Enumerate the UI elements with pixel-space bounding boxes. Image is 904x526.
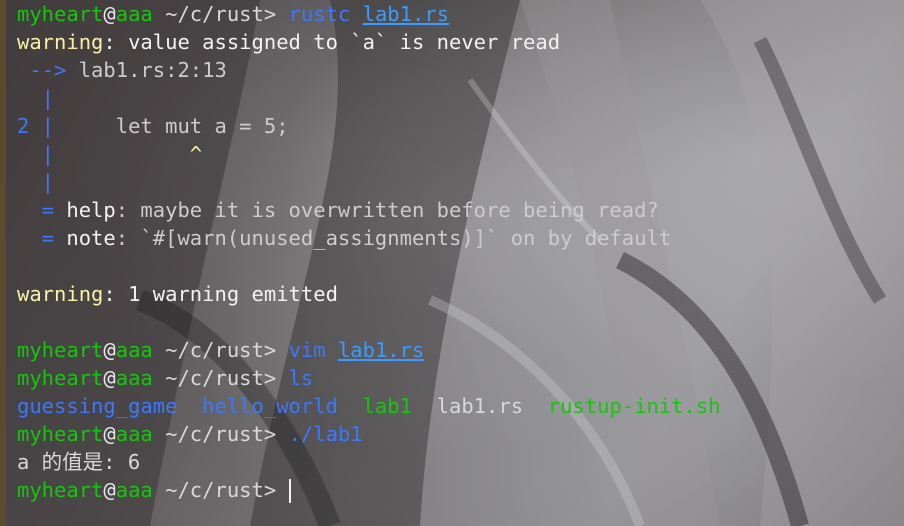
warning-message: : value assigned to `a` is never read	[103, 30, 561, 54]
summary-message: : 1 warning emitted	[103, 282, 338, 306]
terminal-window[interactable]: myheart@aaa ~/c/rust> rustc lab1.rs warn…	[0, 0, 904, 526]
summary-label: warning	[17, 282, 104, 306]
caret-gutter: |	[17, 142, 55, 166]
prompt-path: ~/c/rust	[152, 422, 264, 446]
prompt-symbol: >	[263, 2, 289, 26]
code-snippet: let mut a = 5;	[54, 114, 289, 138]
ls-item-exe: lab1	[362, 394, 412, 418]
command-arg-file[interactable]: lab1.rs	[363, 2, 449, 26]
prompt-symbol: >	[263, 338, 289, 362]
prompt-path: ~/c/rust	[152, 478, 264, 502]
gutter-bar: |	[17, 170, 55, 194]
prompt-line: myheart@aaa ~/c/rust> ls	[17, 364, 721, 392]
summary-line: warning: 1 warning emitted	[17, 280, 721, 308]
terminal-output: myheart@aaa ~/c/rust> rustc lab1.rs warn…	[17, 0, 721, 504]
command-vim: vim	[288, 338, 326, 362]
command-run-lab1: ./lab1	[288, 422, 363, 446]
command-ls: ls	[288, 366, 314, 390]
command-rustc: rustc	[288, 2, 351, 26]
caret-line: | ^	[17, 140, 721, 168]
prompt-host: aaa	[115, 366, 153, 390]
text-cursor[interactable]	[288, 479, 291, 503]
prompt-at: @	[103, 478, 116, 502]
prompt-user: myheart	[17, 478, 104, 502]
prompt-symbol: >	[263, 366, 289, 390]
gutter-bar: |	[17, 86, 55, 110]
note-line: = note: `#[warn(unused_assignments)]` on…	[17, 224, 721, 252]
location-arrow: -->	[17, 58, 67, 82]
ls-item-exe: rustup-init.sh	[547, 394, 721, 418]
prompt-line: myheart@aaa ~/c/rust> rustc lab1.rs	[17, 0, 721, 28]
ls-output: guessing_game hello_world lab1 lab1.rs r…	[17, 392, 721, 420]
ls-item-dir: guessing_game	[17, 394, 178, 418]
prompt-at: @	[103, 366, 116, 390]
help-message: : maybe it is overwritten before being r…	[115, 198, 659, 222]
prompt-path: ~/c/rust	[152, 2, 264, 26]
prompt-line: myheart@aaa ~/c/rust> ./lab1	[17, 420, 721, 448]
caret-marker: ^	[54, 142, 203, 166]
prompt-path: ~/c/rust	[152, 366, 264, 390]
gutter-line: |	[17, 168, 721, 196]
prompt-user: myheart	[17, 338, 104, 362]
program-output-text: a 的值是: 6	[17, 450, 141, 474]
prompt-user: myheart	[17, 422, 104, 446]
prompt-at: @	[103, 338, 116, 362]
prompt-symbol: >	[263, 478, 289, 502]
warning-label: warning	[17, 30, 104, 54]
line-number: 2	[17, 114, 30, 138]
location-text: lab1.rs:2:13	[66, 58, 227, 82]
ls-item-file: lab1.rs	[436, 394, 524, 418]
warning-line: warning: value assigned to `a` is never …	[17, 28, 721, 56]
ls-item-dir: hello_world	[202, 394, 338, 418]
prompt-host: aaa	[115, 338, 153, 362]
help-equals: =	[17, 198, 67, 222]
prompt-host: aaa	[115, 478, 153, 502]
prompt-user: myheart	[17, 366, 104, 390]
prompt-at: @	[103, 422, 116, 446]
prompt-at: @	[103, 2, 116, 26]
prompt-symbol: >	[263, 422, 289, 446]
location-line: --> lab1.rs:2:13	[17, 56, 721, 84]
prompt-host: aaa	[115, 422, 153, 446]
note-message: : `#[warn(unused_assignments)]` on by de…	[115, 226, 672, 250]
code-line: 2 | let mut a = 5;	[17, 112, 721, 140]
note-label: note	[66, 226, 116, 250]
prompt-user: myheart	[17, 2, 104, 26]
help-line: = help: maybe it is overwritten before b…	[17, 196, 721, 224]
prompt-host: aaa	[115, 2, 153, 26]
note-equals: =	[17, 226, 67, 250]
prompt-line-active[interactable]: myheart@aaa ~/c/rust>	[17, 476, 721, 504]
line-bar: |	[29, 114, 55, 138]
command-arg-file[interactable]: lab1.rs	[338, 338, 424, 362]
window-edge	[0, 0, 6, 526]
program-output: a 的值是: 6	[17, 448, 721, 476]
prompt-line: myheart@aaa ~/c/rust> vim lab1.rs	[17, 336, 721, 364]
gutter-line: |	[17, 84, 721, 112]
prompt-path: ~/c/rust	[152, 338, 264, 362]
help-label: help	[66, 198, 116, 222]
